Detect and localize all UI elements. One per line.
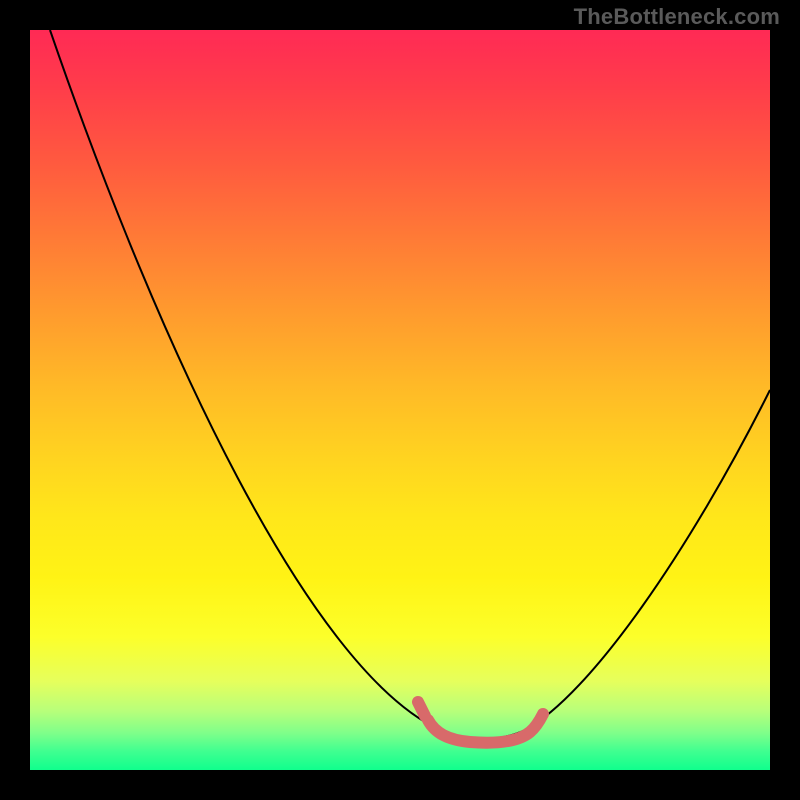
plot-area <box>30 30 770 770</box>
curve-layer <box>30 30 770 770</box>
bottleneck-curve <box>50 30 770 739</box>
optimal-zone-marker <box>428 714 543 743</box>
chart-frame: TheBottleneck.com <box>0 0 800 800</box>
optimal-zone-marker-left-tip <box>418 702 425 716</box>
watermark-text: TheBottleneck.com <box>574 4 780 30</box>
